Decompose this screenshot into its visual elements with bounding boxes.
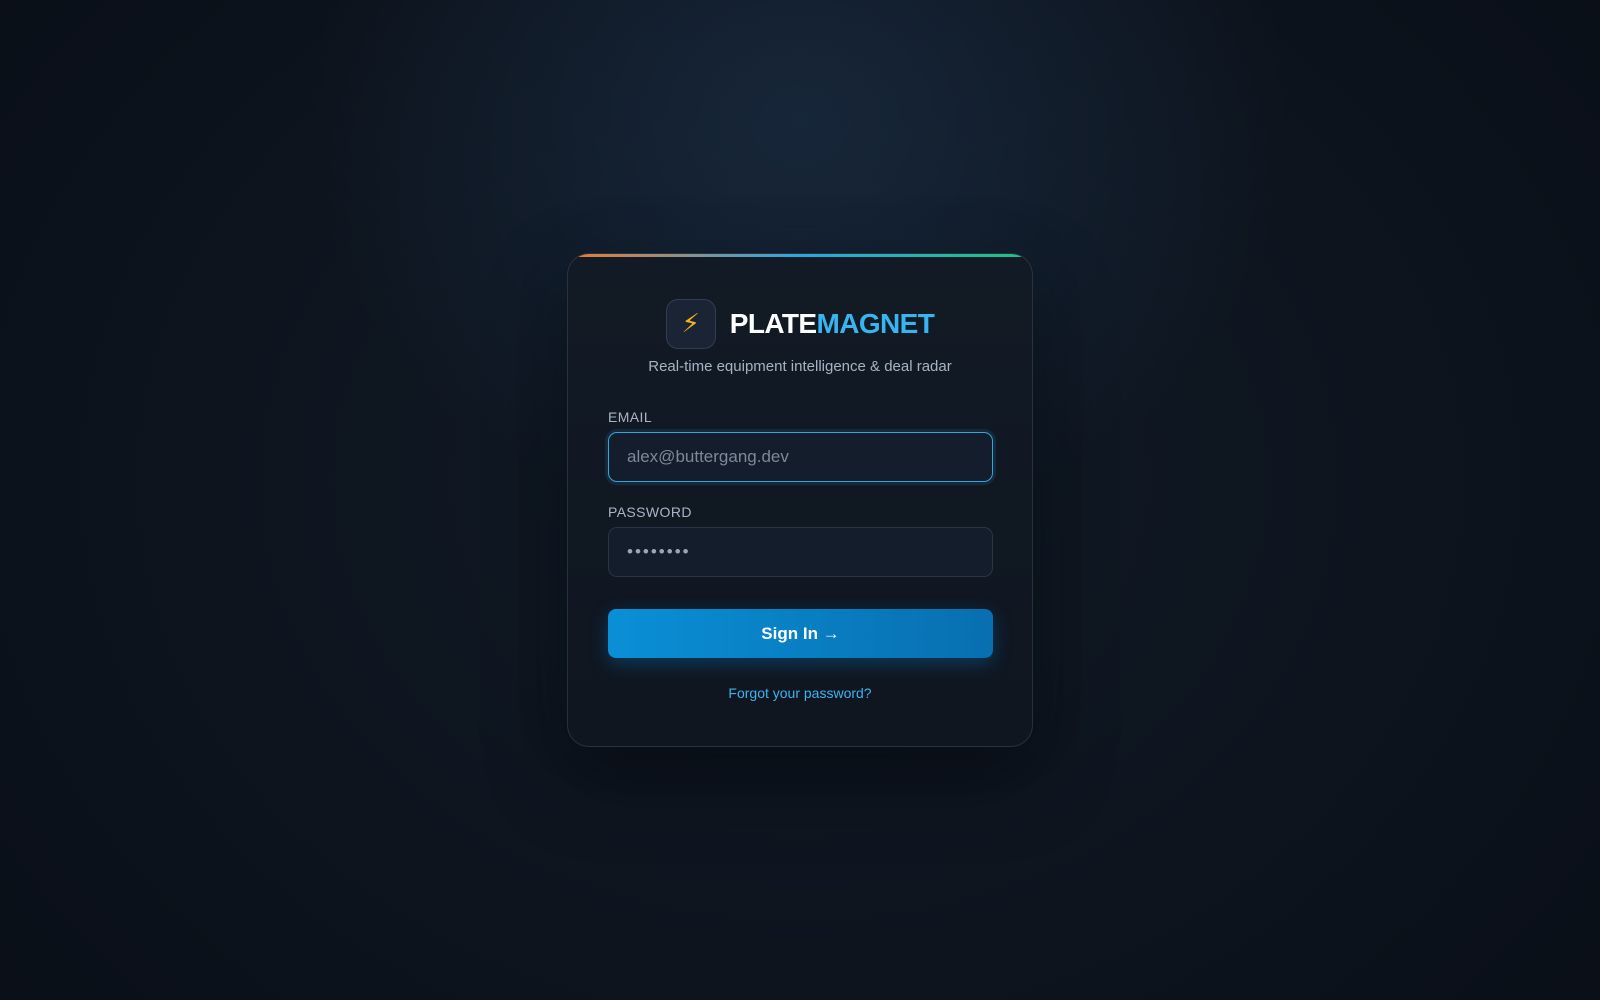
- brand-name-part2: MAGNET: [816, 308, 935, 339]
- brand-name: PLATEMAGNET: [729, 308, 935, 340]
- sign-in-button[interactable]: Sign In →: [608, 609, 993, 658]
- tagline: Real-time equipment intelligence & deal …: [648, 358, 952, 375]
- email-field[interactable]: [608, 432, 993, 482]
- card-accent-bar: [568, 254, 1032, 257]
- login-card: ⚡ PLATEMAGNET Real-time equipment intell…: [567, 253, 1033, 747]
- lightning-bolt-icon: ⚡: [665, 299, 716, 349]
- email-label: EMAIL: [608, 409, 653, 425]
- brand-header: ⚡ PLATEMAGNET: [568, 299, 1032, 349]
- password-field[interactable]: [608, 527, 993, 577]
- brand-name-part1: PLATE: [729, 308, 817, 339]
- forgot-password-link[interactable]: Forgot your password?: [568, 685, 1032, 701]
- password-label: PASSWORD: [608, 504, 692, 520]
